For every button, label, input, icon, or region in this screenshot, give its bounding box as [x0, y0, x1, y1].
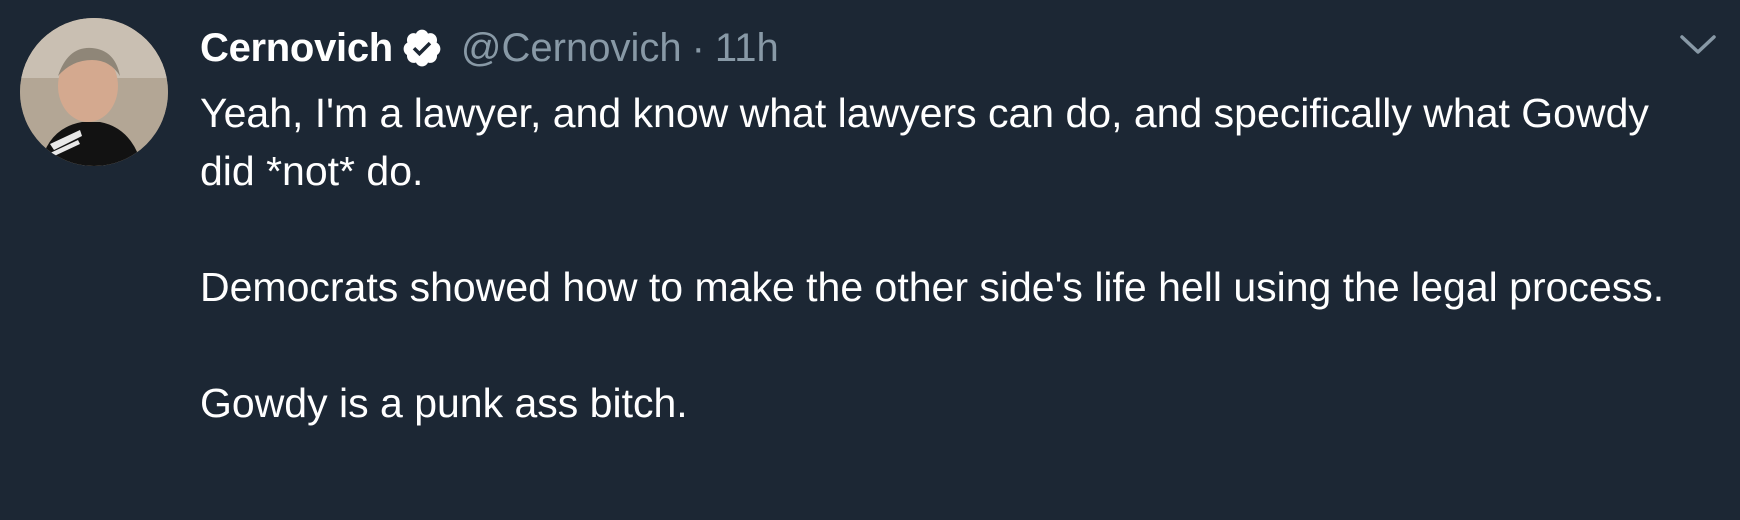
tweet-paragraph-3: Gowdy is a punk ass bitch.: [200, 380, 688, 426]
tweet-paragraph-2: Democrats showed how to make the other s…: [200, 264, 1665, 310]
chevron-down-icon[interactable]: [1678, 32, 1718, 58]
tweet-card[interactable]: Cernovich @Cernovich · 11h Yeah, I'm a l…: [0, 0, 1740, 520]
avatar-image: [20, 18, 168, 166]
paragraph-break: [200, 200, 1680, 258]
tweet-content: Cernovich @Cernovich · 11h Yeah, I'm a l…: [200, 20, 1680, 432]
tweet-text: Yeah, I'm a lawyer, and know what lawyer…: [200, 84, 1680, 432]
paragraph-break: [200, 316, 1680, 374]
separator-dot: ·: [691, 25, 705, 70]
tweet-header: Cernovich @Cernovich · 11h: [200, 20, 1680, 76]
avatar[interactable]: [20, 18, 168, 166]
display-name[interactable]: Cernovich: [200, 26, 393, 71]
timestamp[interactable]: 11h: [715, 26, 779, 71]
handle[interactable]: @Cernovich: [461, 26, 682, 71]
tweet-paragraph-1: Yeah, I'm a lawyer, and know what lawyer…: [200, 90, 1649, 194]
verified-badge-icon: [401, 27, 443, 69]
